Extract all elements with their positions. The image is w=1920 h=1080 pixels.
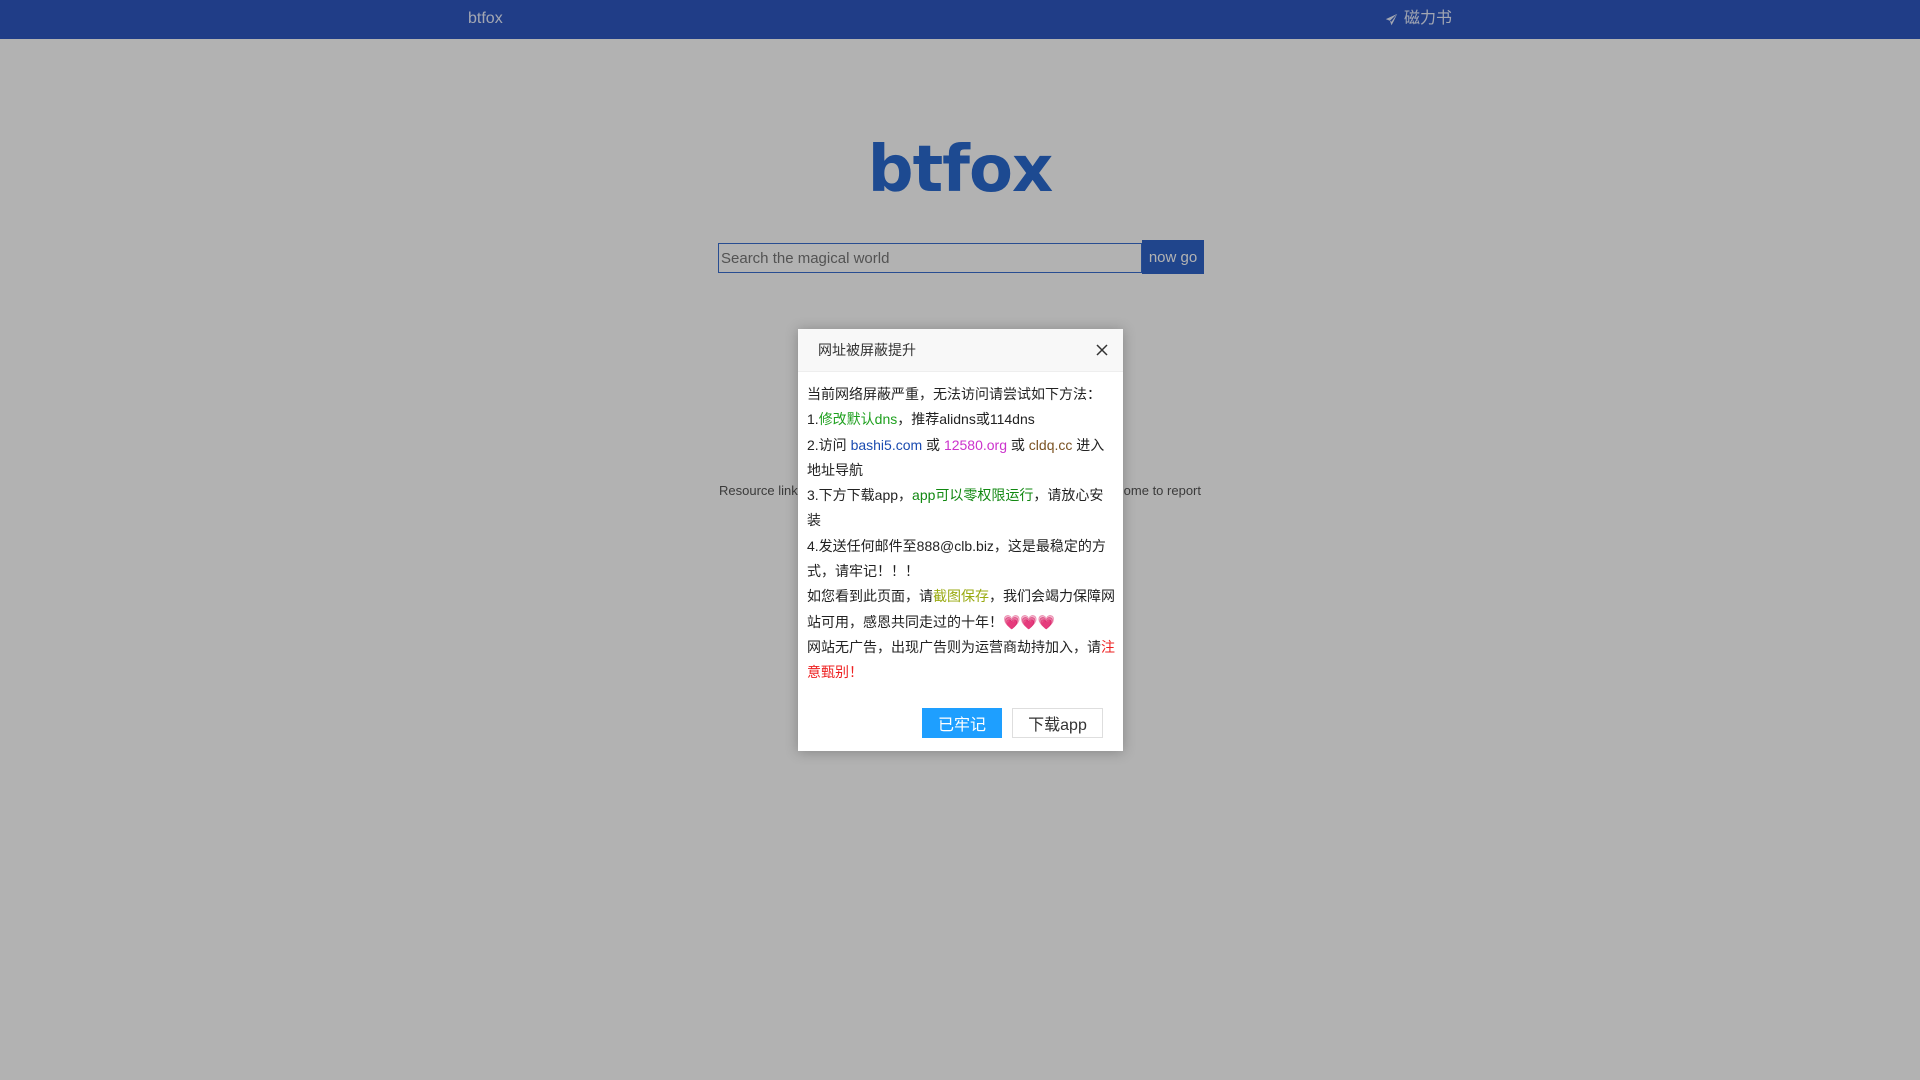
method-item-1: 1.修改默认dns，推荐alidns或114dns (807, 407, 1115, 432)
mirror-link-bashi5[interactable]: bashi5.com (851, 437, 923, 453)
dialog-body: 当前网络屏蔽严重，无法访问请尝试如下方法： 1.修改默认dns，推荐alidns… (807, 382, 1115, 686)
or-text-2: 或 (1007, 436, 1029, 453)
close-icon[interactable] (1095, 343, 1109, 357)
screenshot-note: 如您看到此页面，请截图保存，我们会竭力保障网站可用，感恩共同走过的十年！💗💗💗 (807, 584, 1115, 635)
page: btfox 磁力书 btfox now go Resource link ome… (0, 0, 1920, 1080)
method-item-4: 4.发送任何邮件至888@clb.biz，这是最稳定的方式，请牢记！！！ (807, 537, 1106, 580)
no-ads-note-prefix: 网站无广告，出现广告则为运营商劫持加入，请 (807, 638, 1101, 655)
app-permission-text: app可以零权限运行 (912, 487, 1034, 504)
method-item-2: 2.访问 bashi5.com 或 12580.org 或 cldq.cc 进入… (807, 433, 1115, 484)
method-item-3: 3.下方下载app，app可以零权限运行，请放心安装 (807, 483, 1115, 534)
mirror-link-12580[interactable]: 12580.org (944, 437, 1007, 453)
dialog-title: 网址被屏蔽提升 (818, 342, 916, 358)
dialog-footer: 已牢记 下载app (922, 708, 1103, 738)
or-text-1: 或 (922, 436, 944, 453)
mirror-link-cldq[interactable]: cldq.cc (1029, 437, 1073, 453)
dialog-intro: 当前网络屏蔽严重，无法访问请尝试如下方法： (807, 386, 1101, 402)
method-item-2-prefix: 2.访问 (807, 436, 851, 453)
screenshot-note-prefix: 如您看到此页面，请 (807, 588, 933, 605)
download-app-button[interactable]: 下载app (1012, 708, 1103, 738)
method-item-1-suffix: ，推荐alidns或114dns (897, 411, 1035, 428)
blocked-notice-dialog: 网址被屏蔽提升 当前网络屏蔽严重，无法访问请尝试如下方法： 1.修改默认dns，… (798, 329, 1123, 751)
method-item-3-prefix: 3.下方下载app， (807, 487, 913, 504)
save-screenshot-text: 截图保存 (933, 588, 989, 605)
method-item-1-prefix: 1. (807, 411, 819, 428)
change-dns-text: 修改默认dns (818, 411, 898, 428)
remembered-button[interactable]: 已牢记 (922, 708, 1002, 738)
dialog-header: 网址被屏蔽提升 (798, 329, 1123, 372)
no-ads-note: 网站无广告，出现广告则为运营商劫持加入，请注意甄别！ (807, 635, 1115, 686)
